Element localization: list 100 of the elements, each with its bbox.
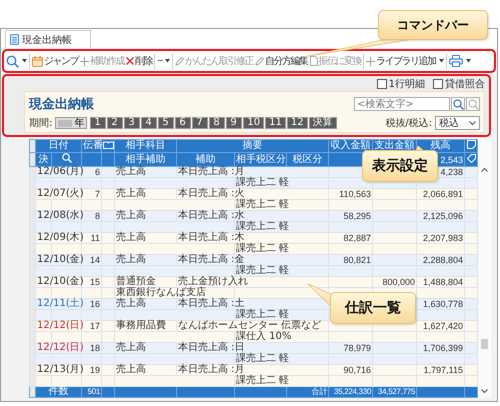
document-tab[interactable]: 現金出納帳 (5, 30, 91, 48)
table-cell: 売上高 (114, 298, 176, 310)
month-button[interactable]: 1 (90, 117, 106, 129)
pencil-icon (175, 56, 184, 66)
tag-icon (466, 154, 476, 162)
search-icon (6, 54, 19, 68)
calendar-icon (32, 56, 43, 66)
month-button[interactable]: 決算 (308, 117, 337, 129)
caret-icon (165, 59, 170, 63)
table-cell: 売上高 (114, 254, 176, 266)
tax-mode-label: 税抜/税込: (385, 116, 432, 130)
table-cell: 12/06(月) (36, 166, 82, 178)
table-cell: 課売上二 軽 (234, 200, 329, 210)
chevron-icon (480, 389, 488, 394)
checkbox[interactable]: 貸借照合 (433, 76, 485, 90)
column-header: 日付 (36, 140, 82, 152)
table-cell: 売上高 (114, 364, 176, 376)
checkbox[interactable]: 1行明細 (376, 76, 425, 90)
table-cell: 本日売上高 :月 (176, 166, 329, 178)
month-button[interactable]: 3 (124, 117, 140, 129)
search-button[interactable] (466, 97, 480, 111)
table-cell: 12/11(土) (36, 298, 82, 310)
table-cell: 東西銀行なんば支店 (114, 288, 234, 298)
column-header: 相手科目 (114, 140, 176, 152)
table-cell: 12/12(日) (36, 342, 82, 354)
table-cell: 普通預金 (114, 276, 176, 288)
scrollbar-thumb[interactable] (480, 339, 488, 349)
callout-label: 表示設定 (362, 150, 438, 182)
table-cell: 課仕入 10% (234, 332, 329, 342)
printer-icon (448, 55, 463, 67)
column-header: 補助 (176, 152, 234, 166)
search-field[interactable]: <検索文字> (354, 97, 450, 111)
month-button[interactable]: 5 (158, 117, 174, 129)
chevron-icon (480, 167, 488, 172)
month-button[interactable]: 12 (286, 117, 308, 129)
table-cell: なんばホームセンター 伝票など (176, 320, 329, 332)
plus-icon (366, 56, 376, 66)
table-cell: 本日売上高 :日 (176, 342, 329, 354)
table-cell: 売上高 (114, 188, 176, 200)
table-cell: 本日売上高 :木 (176, 232, 329, 244)
table-cell: 売上高 (114, 166, 176, 178)
table-cell: 12/08(水) (36, 210, 82, 222)
table-cell: 12/09(木) (36, 232, 82, 244)
caret-icon (22, 59, 27, 63)
month-button[interactable]: 11 (265, 117, 286, 129)
tax-mode-select[interactable]: 税込 (435, 116, 480, 130)
table-cell: 事務用品費 (114, 320, 176, 332)
month-button[interactable]: 7 (192, 117, 208, 129)
column-header: 相手補助 (114, 152, 176, 166)
document-icon (10, 34, 19, 45)
close-icon (126, 57, 134, 65)
caret-icon (466, 59, 471, 63)
column-header: 相手税区分 (234, 152, 286, 166)
toolbar-button[interactable]: ジャンプ (31, 52, 79, 70)
month-button[interactable]: 2 (107, 117, 124, 129)
table-cell: 12/13(月) (36, 364, 82, 376)
month-button[interactable]: 8 (209, 117, 226, 129)
table-cell: 売上高 (114, 232, 176, 244)
book-icon (103, 140, 114, 148)
table-cell: 課売上二 軽 (234, 222, 329, 232)
month-button[interactable]: 6 (175, 117, 192, 129)
period-label: 期間: (29, 116, 52, 130)
toolbar-button[interactable]: 削除 (125, 52, 153, 70)
print-menu-button[interactable] (448, 52, 472, 70)
column-header: 税区分 (286, 152, 329, 166)
caret-icon (438, 59, 444, 63)
page-title: 現金出納帳 (29, 96, 94, 113)
year-toggle[interactable]: 年 (55, 117, 88, 129)
scrollbar[interactable] (478, 139, 490, 398)
table-cell: 課売上二 軽 (234, 266, 329, 276)
plus-icon (80, 56, 89, 66)
chevron-icon (469, 120, 476, 126)
table-cell: 12/12(日) (36, 320, 82, 332)
month-button[interactable]: 4 (141, 117, 158, 129)
column-header: 摘要 (176, 140, 329, 152)
column-header: 伝番 (82, 140, 102, 152)
table-cell: 本日売上高 :火 (176, 188, 329, 200)
table-cell: 本日売上高 :土 (176, 298, 329, 310)
table-cell: 件数 (36, 386, 82, 398)
toolbar-button[interactable]: 自分方編集 (254, 52, 309, 70)
document-icon (310, 56, 318, 66)
search-button[interactable] (451, 97, 465, 111)
column-header: 収入金額 (328, 140, 373, 152)
table-cell: 課売上二 軽 (234, 310, 329, 320)
column-header: 残高 (416, 140, 465, 152)
table-cell: 課売上二 軽 (234, 244, 329, 254)
callout-label: コマンドバー (378, 10, 488, 40)
table-cell: 12/10(金) (36, 254, 82, 266)
month-button[interactable]: 9 (226, 117, 242, 129)
menu-button[interactable]: ライブラリ追加 (365, 52, 445, 70)
table-cell: 課売上二 軽 (234, 376, 329, 386)
table-cell: 売上高 (114, 342, 176, 354)
search-icon (62, 153, 72, 163)
menu-button[interactable]: ··· (156, 52, 172, 70)
table-cell: 12/10(金) (36, 276, 82, 288)
table-cell: 売上高 (114, 210, 176, 222)
month-button[interactable]: 10 (243, 117, 264, 129)
table-cell: 課売上二 軽 (234, 354, 329, 364)
table-cell: 本日売上高 :水 (176, 210, 329, 222)
table-cell: 本日売上高 :月 (176, 364, 329, 376)
